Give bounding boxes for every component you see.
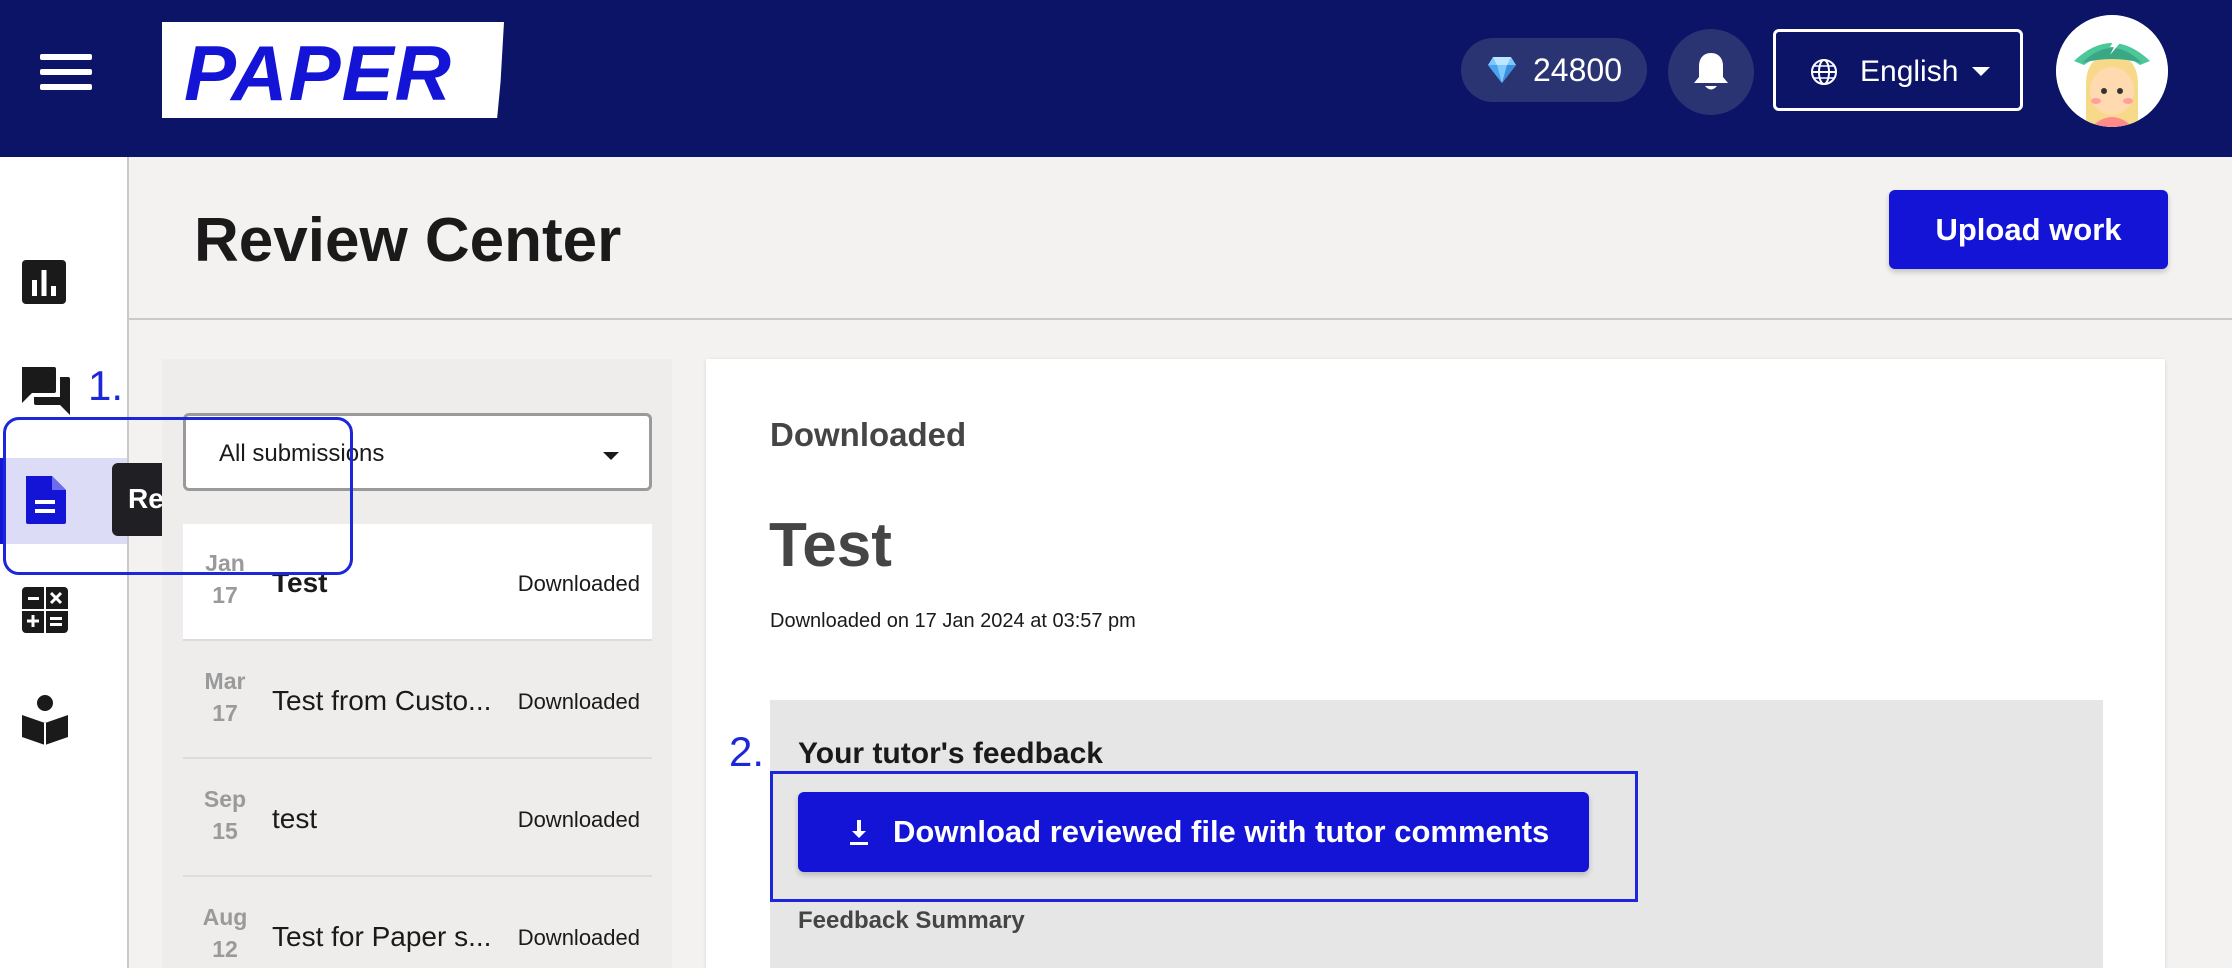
chat-icon[interactable] [20, 365, 72, 417]
detail-status: Downloaded [770, 416, 967, 453]
gem-balance[interactable]: 24800 [1461, 38, 1647, 102]
submission-month: Aug [202, 904, 248, 930]
bar-chart-icon[interactable] [20, 258, 72, 310]
submission-row[interactable]: Sep 15 test Downloaded [183, 760, 652, 877]
globe-icon [1811, 59, 1837, 85]
gem-count: 24800 [1533, 52, 1622, 88]
avatar[interactable] [2056, 15, 2168, 127]
feedback-heading: Your tutor's feedback [798, 737, 1103, 770]
annotation-step-1: 1. [88, 362, 124, 409]
detail-date: Downloaded on 17 Jan 2024 at 03:57 pm [770, 610, 1136, 632]
submission-row[interactable]: Mar 17 Test from Custo... Downloaded [183, 642, 652, 759]
submission-title: test [272, 803, 318, 834]
logo-text: PAPER [184, 29, 452, 117]
annotation-box-review-center [3, 417, 353, 575]
submission-day: 17 [212, 582, 238, 608]
submission-row[interactable]: Aug 12 Test for Paper s... Downloaded [183, 878, 652, 968]
page-title: Review Center [194, 206, 622, 275]
avatar-illustration [2056, 15, 2168, 127]
submission-status: Downloaded [517, 689, 640, 714]
submission-title: Test from Custo... [272, 685, 492, 716]
submission-status: Downloaded [517, 807, 640, 832]
submission-status: Downloaded [517, 571, 640, 596]
annotation-box-download [770, 771, 1638, 902]
submission-month: Sep [203, 786, 247, 812]
language-select[interactable]: English [1773, 29, 2023, 111]
feedback-summary-label: Feedback Summary [798, 907, 1025, 934]
upload-work-button[interactable]: Upload work [1889, 190, 2168, 269]
top-bar: PAPER 24800 English [0, 0, 2232, 157]
submission-day: 17 [212, 700, 238, 726]
menu-icon[interactable] [40, 52, 92, 92]
calculator-icon[interactable] [20, 585, 72, 637]
submission-month: Mar [204, 668, 246, 694]
header-divider [129, 318, 2232, 320]
paper-logo[interactable]: PAPER [162, 22, 504, 118]
submission-status: Downloaded [517, 925, 640, 950]
notifications-button[interactable] [1668, 29, 1754, 115]
bell-icon [1694, 53, 1728, 90]
submission-day: 12 [212, 936, 238, 962]
annotation-step-2: 2. [729, 728, 765, 775]
gem-icon [1488, 57, 1516, 83]
submission-day: 15 [212, 818, 238, 844]
detail-title: Test [769, 511, 892, 580]
submission-title: Test for Paper s... [272, 921, 492, 952]
reader-icon[interactable] [20, 693, 72, 745]
language-label: English [1860, 55, 1959, 88]
chevron-down-icon [603, 452, 619, 460]
chevron-down-icon [1972, 67, 1990, 76]
